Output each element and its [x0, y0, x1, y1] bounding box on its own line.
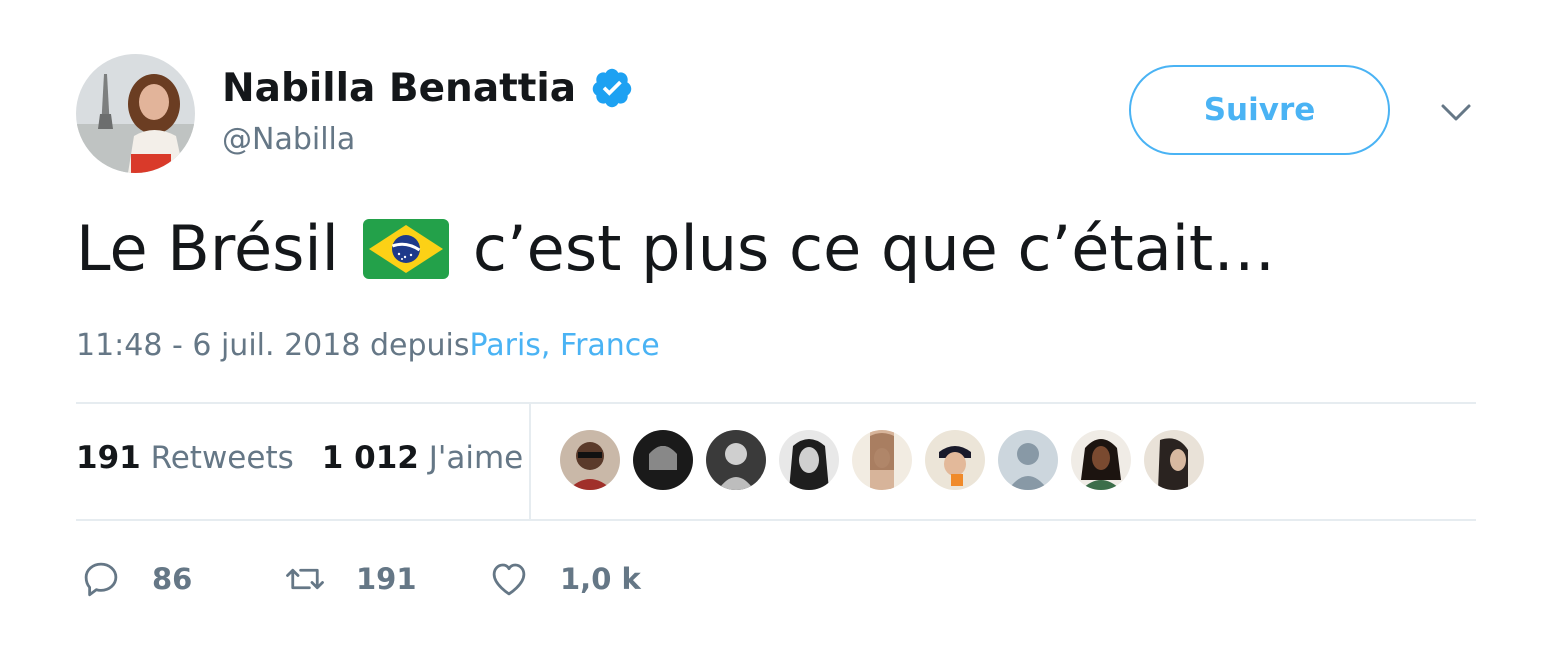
verified-badge-icon	[592, 68, 632, 108]
tweet-location-link[interactable]: Paris, France	[470, 328, 660, 363]
like-action[interactable]: 1,0 k	[488, 558, 641, 600]
liker-avatar[interactable]	[706, 430, 766, 490]
liker-avatars	[560, 430, 1204, 490]
retweet-icon[interactable]	[284, 558, 326, 600]
tweet-meta: 11:48 - 6 juil. 2018 depuisParis, France	[76, 328, 660, 363]
retweet-count: 191	[356, 562, 417, 596]
follow-button[interactable]: Suivre	[1129, 65, 1390, 155]
reply-action[interactable]: 86	[80, 558, 284, 600]
likes-stat[interactable]: 1 012 J'aime	[322, 440, 523, 476]
liker-avatar[interactable]	[1071, 430, 1131, 490]
like-count: 1,0 k	[560, 562, 641, 596]
brazil-flag-icon	[362, 218, 449, 279]
likes-stat-count: 1 012	[321, 440, 419, 476]
liker-avatar-default[interactable]	[998, 430, 1058, 490]
liker-avatar[interactable]	[852, 430, 912, 490]
via-label: depuis	[369, 328, 470, 363]
chevron-down-icon[interactable]	[1437, 97, 1475, 127]
author-avatar[interactable]	[76, 54, 195, 173]
author-name[interactable]: Nabilla Benattia	[222, 66, 576, 111]
retweets-stat-label: Retweets	[150, 440, 294, 476]
reply-icon[interactable]	[80, 558, 122, 600]
heart-icon[interactable]	[488, 558, 530, 600]
liker-avatar[interactable]	[779, 430, 839, 490]
retweets-stat[interactable]: 191 Retweets	[76, 440, 294, 476]
tweet-text-part-2: c’est plus ce que c’était…	[472, 212, 1276, 285]
retweet-action[interactable]: 191	[284, 558, 488, 600]
likes-stat-label: J'aime	[428, 440, 524, 476]
liker-avatar[interactable]	[560, 430, 620, 490]
tweet-actions: 86 191 1,0 k	[80, 558, 641, 600]
tweet-stats: 191 Retweets 1 012 J'aime	[76, 440, 523, 476]
tweet-timestamp[interactable]: 11:48 - 6 juil. 2018	[76, 328, 360, 363]
divider-top	[76, 402, 1476, 404]
liker-avatar[interactable]	[633, 430, 693, 490]
reply-count: 86	[152, 562, 193, 596]
tweet-text-part-1: Le Brésil	[76, 212, 339, 285]
stats-divider	[529, 404, 531, 520]
retweets-stat-count: 191	[76, 440, 141, 476]
divider-bottom	[76, 519, 1476, 521]
tweet-text: Le Brésil c’est plus ce que c’était…	[76, 212, 1275, 285]
liker-avatar[interactable]	[925, 430, 985, 490]
liker-avatar[interactable]	[1144, 430, 1204, 490]
author-info: Nabilla Benattia @Nabilla	[222, 60, 634, 157]
author-handle[interactable]: @Nabilla	[222, 122, 634, 157]
